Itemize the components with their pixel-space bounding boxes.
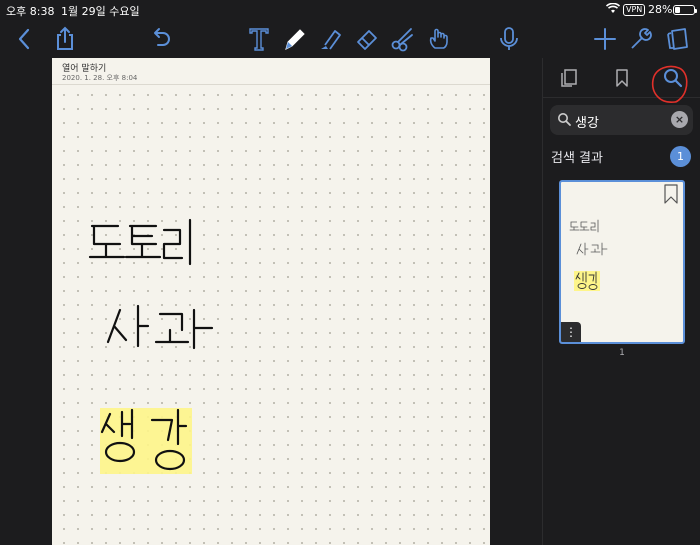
lasso-tool-button[interactable] [388, 24, 418, 54]
back-icon [18, 28, 30, 50]
undo-icon [154, 28, 170, 46]
undo-button[interactable] [146, 24, 176, 54]
status-time: 오후 8:38 [6, 5, 55, 18]
pen-tool-icon [285, 29, 305, 50]
microphone-icon [500, 27, 518, 50]
pen-tool-button[interactable] [280, 24, 310, 54]
note-page[interactable]: 열어 말하기 2020. 1. 28. 오후 8:04 [52, 58, 490, 545]
result-thumbnail[interactable]: ⋮ [559, 180, 685, 344]
handwriting-canvas [88, 218, 214, 471]
pages-icon [667, 28, 688, 50]
canvas-gutter [490, 58, 542, 545]
results-count-badge: 1 [670, 146, 691, 167]
text-tool-button[interactable] [244, 24, 274, 54]
thumbnails-icon [561, 69, 577, 87]
settings-button[interactable] [626, 24, 656, 54]
text-tool-icon [249, 28, 269, 51]
settings-wrench-icon [631, 28, 652, 49]
highlighter-tool-icon [321, 30, 341, 50]
wifi-icon [606, 3, 620, 13]
annotation-circle [651, 65, 688, 103]
add-icon [594, 28, 616, 50]
eraser-tool-button[interactable] [352, 24, 382, 54]
search-results-label: 검색 결과 [551, 151, 603, 166]
microphone-button[interactable] [494, 24, 524, 54]
status-date: 1월 29일 수요일 [61, 5, 140, 18]
thumbnail-page-number: 1 [619, 348, 625, 358]
eraser-tool-icon [357, 30, 377, 50]
thumbnail-bookmark-icon[interactable] [663, 184, 679, 204]
share-button[interactable] [50, 24, 80, 54]
pointer-tool-button[interactable] [424, 24, 454, 54]
tab-bookmarks[interactable] [608, 64, 636, 92]
tab-thumbnails[interactable] [555, 64, 583, 92]
sidebar-tabs [543, 58, 700, 103]
battery-percent: 28% [648, 3, 673, 16]
sidebar: 생강 × 검색 결과 1 ⋮ 1 [542, 58, 700, 545]
clear-search-icon[interactable]: × [671, 111, 688, 128]
vpn-badge: VPN [623, 4, 646, 16]
toolbar [0, 20, 700, 58]
status-bar: 오후 8:38 1월 29일 수요일 VPN 28% [0, 0, 700, 20]
thumbnail-handwriting [569, 219, 608, 290]
bookmark-icon [616, 69, 628, 87]
pointer-hand-icon [429, 28, 448, 49]
highlighter-tool-button[interactable] [316, 24, 346, 54]
lasso-tool-icon [391, 28, 413, 52]
search-field-icon [558, 113, 571, 126]
search-field[interactable]: 생강 × [550, 105, 693, 135]
battery-icon [673, 5, 697, 15]
add-button[interactable] [590, 24, 620, 54]
thumbnail-more-button[interactable]: ⋮ [561, 322, 581, 342]
share-icon [57, 26, 73, 50]
pages-button[interactable] [662, 24, 692, 54]
back-button[interactable] [10, 24, 40, 54]
search-input[interactable]: 생강 [575, 112, 599, 131]
